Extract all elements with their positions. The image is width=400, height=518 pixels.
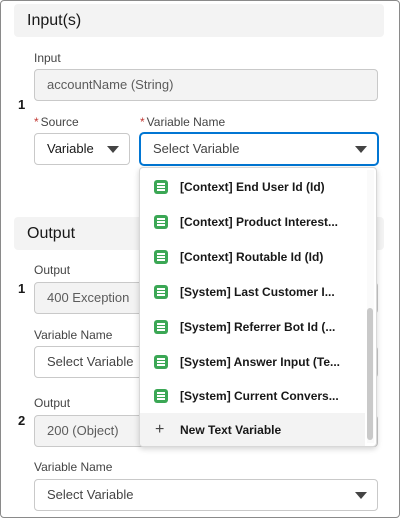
chevron-down-icon xyxy=(107,146,119,153)
input-value: accountName (String) xyxy=(47,77,174,92)
source-select-value: Variable xyxy=(47,141,94,156)
inputs-section-header: Input(s) xyxy=(14,4,384,37)
output-row-number-2: 2 xyxy=(18,413,26,428)
dropdown-option[interactable]: [System] Answer Input (Te... xyxy=(140,344,365,380)
text-variable-icon xyxy=(154,285,168,299)
dropdown-option[interactable]: [Context] Product Interest... xyxy=(140,204,365,240)
dropdown-option[interactable]: [System] Referrer Bot Id (... xyxy=(140,309,365,345)
output-value-2: 200 (Object) xyxy=(47,423,119,438)
output-variable-name-label-2: Variable Name xyxy=(34,460,113,474)
text-variable-icon xyxy=(154,355,168,369)
chevron-down-icon xyxy=(355,146,367,153)
text-variable-icon xyxy=(154,320,168,334)
output-label-2: Output xyxy=(34,396,71,410)
required-marker: * xyxy=(34,115,39,129)
dropdown-option[interactable]: [Context] End User Id (Id) xyxy=(140,169,365,205)
text-variable-icon xyxy=(154,215,168,229)
text-variable-icon xyxy=(154,250,168,264)
input-row-number: 1 xyxy=(18,97,26,112)
output-row-number-1: 1 xyxy=(18,281,26,296)
output-variable-select-2[interactable]: Select Variable xyxy=(34,479,378,511)
dropdown-option[interactable]: [Context] Routable Id (Id) xyxy=(140,239,365,275)
source-select[interactable]: Variable xyxy=(34,133,130,165)
variable-dropdown: [Context] End User Id (Id) [Context] Pro… xyxy=(139,167,377,447)
output-value-1: 400 Exception xyxy=(47,290,130,305)
chevron-down-icon xyxy=(355,492,367,499)
text-variable-icon xyxy=(154,180,168,194)
dropdown-option[interactable]: [System] Current Convers... xyxy=(140,378,365,414)
output-variable-placeholder-1: Select Variable xyxy=(47,354,134,369)
plus-icon: + xyxy=(155,421,165,438)
variable-name-placeholder: Select Variable xyxy=(153,141,240,156)
input-label: Input xyxy=(34,51,61,65)
output-variable-placeholder-2: Select Variable xyxy=(47,487,134,502)
variable-name-select[interactable]: Select Variable xyxy=(140,133,378,165)
dropdown-scrollbar-thumb[interactable] xyxy=(367,308,373,440)
new-text-variable-button[interactable]: + New Text Variable xyxy=(140,413,365,446)
output-variable-name-label-1: Variable Name xyxy=(34,328,113,342)
output-label-1: Output xyxy=(34,263,71,277)
text-variable-icon xyxy=(154,389,168,403)
variable-name-label: * Variable Name xyxy=(140,115,226,129)
source-label: * Source xyxy=(34,115,79,129)
dropdown-option[interactable]: [System] Last Customer I... xyxy=(140,274,365,310)
input-field: accountName (String) xyxy=(34,69,378,101)
inputs-section-title: Input(s) xyxy=(27,12,82,29)
required-marker: * xyxy=(140,115,145,129)
output-section-title: Output xyxy=(27,225,76,242)
